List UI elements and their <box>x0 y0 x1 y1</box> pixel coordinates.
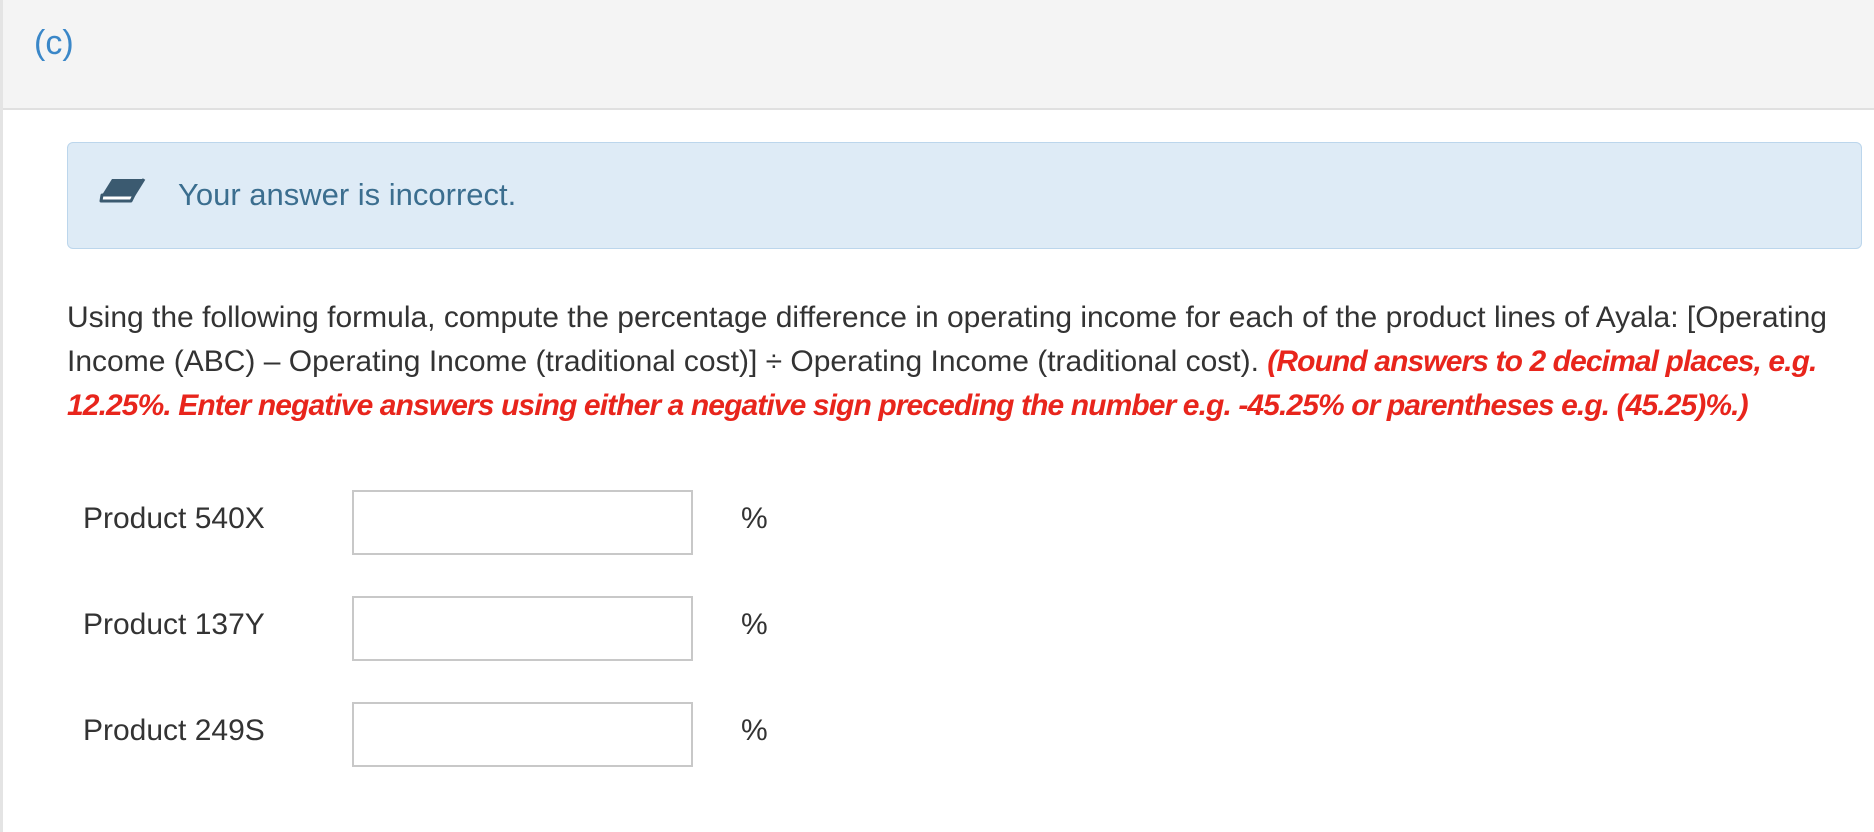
percent-unit: % <box>741 714 768 747</box>
answer-row-540x: Product 540X % <box>83 490 883 556</box>
percent-unit: % <box>741 502 768 535</box>
eraser-icon <box>98 173 146 209</box>
percent-unit: % <box>741 608 768 641</box>
feedback-message: Your answer is incorrect. <box>178 177 517 212</box>
answer-row-137y: Product 137Y % <box>83 596 883 662</box>
question-page: (c) Your answer is incorrect. Using the … <box>0 0 1874 832</box>
row-label: Product 540X <box>83 502 265 535</box>
answer-row-249s: Product 249S % <box>83 702 883 768</box>
answer-input-540x[interactable] <box>352 490 693 555</box>
part-header: (c) <box>3 0 1874 110</box>
feedback-banner: Your answer is incorrect. <box>67 142 1862 249</box>
answer-input-137y[interactable] <box>352 596 693 661</box>
question-text: Using the following formula, compute the… <box>67 296 1862 428</box>
row-label: Product 249S <box>83 714 265 747</box>
answer-input-249s[interactable] <box>352 702 693 767</box>
row-label: Product 137Y <box>83 608 265 641</box>
part-label: (c) <box>34 24 74 62</box>
